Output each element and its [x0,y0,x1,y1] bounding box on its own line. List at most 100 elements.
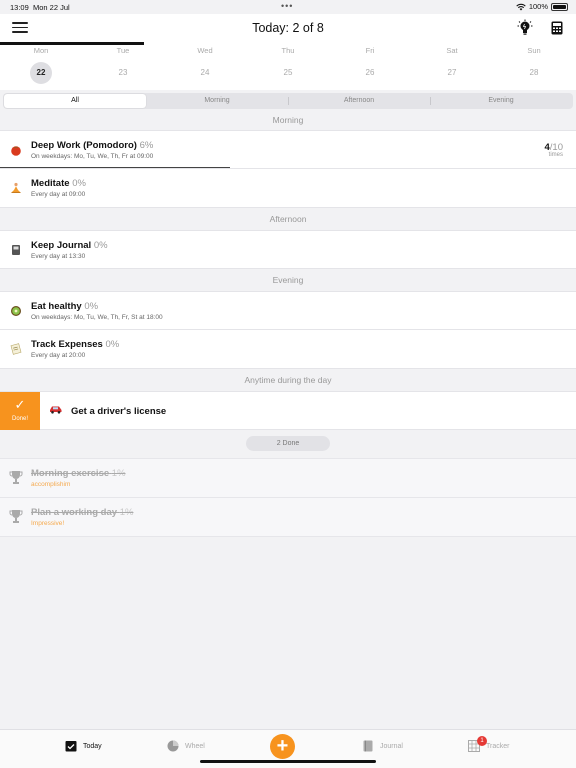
trophy-icon [9,471,23,484]
meditation-icon [11,182,21,193]
journal-icon [363,740,373,752]
day-thu[interactable]: Thu 25 [247,45,329,84]
habit-percent: 0% [93,240,108,251]
tab-label: Wheel [185,742,205,750]
habit-row-drivers-license[interactable]: ✓ Done! Get a driver's license [0,391,576,430]
tab-label: Journal [380,742,403,750]
multitasking-dots[interactable]: ••• [281,1,293,11]
page-title: Today: 2 of 8 [252,21,324,35]
habit-title: Keep Journal 0% [31,240,108,251]
section-header-anytime: Anytime during the day [244,375,332,385]
day-number: 25 [283,68,293,77]
habit-percent: 6% [139,140,154,151]
done-list: Morning exercise 1% accomplishim Plan a … [0,458,576,537]
day-wed[interactable]: Wed 24 [164,45,246,84]
habit-row-meditate[interactable]: Meditate 0% Every day at 09:00 [0,169,576,208]
habit-row-deep-work[interactable]: Deep Work (Pomodoro) 6% On weekdays: Mo,… [0,130,576,169]
day-name: Mon [33,46,49,55]
habit-title: Meditate 0% [31,178,86,189]
done-item-title: Plan a working day 1% [31,507,134,518]
header: Today: 2 of 8 [0,14,576,42]
tomato-icon [11,146,21,156]
day-tue[interactable]: Tue 23 [82,45,164,84]
habit-row-track-expenses[interactable]: Track Expenses 0% Every day at 20:00 [0,330,576,369]
habit-percent: 0% [105,339,120,350]
day-number: 23 [118,68,128,77]
done-swipe-button[interactable]: ✓ Done! [0,392,40,430]
calculator-icon[interactable] [551,21,563,35]
pie-chart-icon [167,740,179,752]
day-mon[interactable]: Mon 22 [0,45,82,84]
tab-tracker[interactable]: 1 Tracker [468,730,509,762]
habit-schedule: Every day at 13:30 [31,253,86,260]
habit-schedule: On weekdays: Mo, Tu, We, Th, Fr at 09:00 [31,153,154,160]
habit-title: Eat healthy 0% [31,301,99,312]
day-name: Tue [116,46,130,55]
receipt-icon [10,343,22,355]
done-item[interactable]: Morning exercise 1% accomplishim [0,459,576,498]
done-item-praise: accomplishim [31,481,71,488]
day-name: Sun [527,46,541,55]
tab-journal[interactable]: Journal [362,730,403,762]
done-item-praise: Impressive! [31,520,65,527]
habit-schedule: Every day at 09:00 [31,191,86,198]
day-fri[interactable]: Fri 26 [329,45,411,84]
habit-percent: 0% [72,178,86,189]
section-header-evening: Evening [272,275,304,285]
battery-icon [551,2,568,11]
notebook-icon [12,245,20,255]
day-name: Thu [281,46,295,55]
filter-all[interactable]: All [4,94,146,108]
day-number: 24 [200,68,210,77]
status-date: Mon 22 Jul [33,3,70,12]
done-swipe-label: Done! [11,416,28,422]
done-item[interactable]: Plan a working day 1% Impressive! [0,498,576,537]
home-indicator[interactable] [200,760,376,763]
tab-label: Tracker [486,742,510,750]
section-header-afternoon: Afternoon [269,214,307,224]
status-right: 100% [516,2,568,11]
habit-row-eat-healthy[interactable]: Eat healthy 0% On weekdays: Mo, Tu, We, … [0,291,576,330]
status-time: 13:09 [10,3,29,12]
habit-progress-bar [0,166,231,168]
habit-schedule: Every day at 20:00 [31,352,86,359]
done-item-percent: 1% [119,507,134,518]
day-name: Sat [446,46,458,55]
calendar-check-icon [65,741,77,752]
habit-row-journal[interactable]: Keep Journal 0% Every day at 13:30 [0,230,576,269]
car-icon [50,406,62,414]
kiwi-icon [11,306,21,316]
habit-title: Deep Work (Pomodoro) 6% [31,140,154,151]
tab-label: Today [83,742,102,750]
habit-schedule: On weekdays: Mo, Tu, We, Th, Fr, St at 1… [31,314,163,321]
day-number: 26 [365,68,375,77]
checkmark-icon: ✓ [14,397,26,412]
day-name: Fri [365,46,375,55]
day-name: Wed [197,46,213,55]
done-item-percent: 1% [111,468,126,479]
day-number: 28 [529,68,539,77]
section-header-morning: Morning [272,115,304,125]
trophy-icon [9,510,23,523]
tracker-badge: 1 [477,736,487,746]
filter-evening[interactable]: Evening [430,94,572,108]
habit-percent: 0% [84,301,99,312]
lightbulb-icon[interactable] [517,19,533,37]
day-number: 22 [30,62,52,84]
filter-morning[interactable]: Morning [146,94,288,108]
day-sat[interactable]: Sat 27 [411,45,493,84]
wifi-icon [516,3,526,10]
battery-percent: 100% [528,2,548,11]
tab-today[interactable]: Today [65,730,102,762]
habit-title: Get a driver's license [71,406,167,417]
filter-afternoon[interactable]: Afternoon [288,94,430,108]
time-filter: All Morning Afternoon Evening [3,93,573,109]
habit-title: Track Expenses 0% [31,339,120,350]
done-toggle-button[interactable]: 2 Done [246,436,330,451]
status-bar: 13:09 Mon 22 Jul ••• 100% [0,0,576,14]
add-habit-button[interactable]: + [270,734,295,759]
tab-wheel[interactable]: Wheel [167,730,205,762]
day-sun[interactable]: Sun 28 [493,45,575,84]
habit-counter[interactable]: 4/10 times [544,142,563,158]
day-number: 27 [447,68,457,77]
